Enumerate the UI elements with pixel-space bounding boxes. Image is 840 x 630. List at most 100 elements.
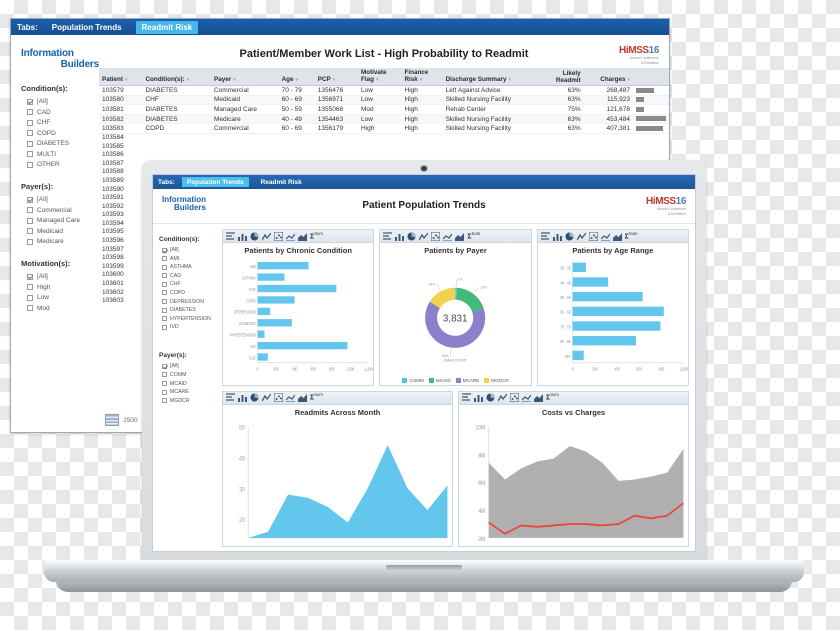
checkbox-condition-all[interactable]: [All] xyxy=(27,98,99,105)
checkbox-condition-asthma[interactable]: ASTHMA xyxy=(162,264,217,270)
table-grid-icon[interactable] xyxy=(540,231,550,241)
checkbox-icon[interactable] xyxy=(162,290,167,296)
bar[interactable] xyxy=(572,291,643,302)
scatter-chart-icon[interactable] xyxy=(431,231,441,241)
checkbox-condition-diabetes[interactable]: DIABETES xyxy=(162,307,217,313)
checkbox-condition-all[interactable]: [All] xyxy=(162,247,217,253)
chart-plot-area[interactable]: 1% 19% 64% 16% 3,831 Patient COUNT xyxy=(380,256,530,377)
checkbox-icon[interactable] xyxy=(162,264,167,270)
col-likely-readmit[interactable]: Likely Readmit xyxy=(541,68,584,86)
scatter-chart-icon[interactable] xyxy=(510,393,519,402)
checkbox-payer-all[interactable]: [All] xyxy=(162,363,217,369)
mixed-chart-icon[interactable] xyxy=(286,393,295,402)
tab-population-trends[interactable]: Population Trends xyxy=(46,21,128,34)
sort-caret-icon[interactable]: ▾ xyxy=(187,77,190,83)
chart-plot-area[interactable]: 2M 4M 6M 8M 10M xyxy=(459,418,688,547)
mixed-chart-icon[interactable] xyxy=(443,232,453,241)
col-conditions[interactable]: Condition(s): ▾ xyxy=(142,68,211,86)
col-finance-risk[interactable]: Finance Risk ▾ xyxy=(401,68,443,86)
sort-caret-icon[interactable]: ▾ xyxy=(627,77,630,83)
line-chart-icon[interactable] xyxy=(262,393,271,402)
checkbox-icon[interactable] xyxy=(27,305,33,311)
table-row[interactable]: 103580 CHF Medicaid 60 - 69 1356971 Low … xyxy=(99,95,669,106)
bar-chart-icon[interactable] xyxy=(552,232,562,241)
checkbox-icon[interactable] xyxy=(27,196,33,203)
checkbox-icon[interactable] xyxy=(162,273,167,279)
bar-chart-icon[interactable] xyxy=(395,232,405,241)
col-payer[interactable]: Payer ▾ xyxy=(211,68,279,86)
checkbox-icon[interactable] xyxy=(162,281,167,287)
bar-chart-icon[interactable] xyxy=(238,232,247,241)
checkbox-icon[interactable] xyxy=(27,284,33,290)
bar[interactable] xyxy=(257,330,265,338)
sum-button[interactable]: ΣSum xyxy=(310,393,323,402)
chart-plot-area[interactable]: AMI ASTHMA CHF COPD DEPRESSION DIABETES HYPERT… xyxy=(223,256,373,385)
chart-plot-area[interactable]: 20 30 40 50 xyxy=(223,418,452,547)
checkbox-icon[interactable] xyxy=(162,372,167,378)
bar[interactable] xyxy=(257,284,337,293)
checkbox-condition-ivd[interactable]: IVD xyxy=(162,324,217,330)
checkbox-condition-multi[interactable]: MULTI xyxy=(27,151,99,158)
area-series[interactable] xyxy=(248,444,448,538)
legend-item[interactable]: COMM xyxy=(402,377,424,383)
area-chart-icon[interactable] xyxy=(298,232,307,241)
checkbox-payer-mcare[interactable]: MCARE xyxy=(162,389,217,395)
checkbox-icon[interactable] xyxy=(162,307,167,313)
table-grid-icon[interactable] xyxy=(226,231,235,241)
legend-item[interactable]: MCARE xyxy=(455,377,479,383)
bar[interactable] xyxy=(572,350,584,361)
col-age[interactable]: Age ▾ xyxy=(278,68,315,86)
bar[interactable] xyxy=(572,262,586,272)
mixed-chart-icon[interactable] xyxy=(286,232,295,241)
sort-caret-icon[interactable]: ▾ xyxy=(125,77,128,83)
bar[interactable] xyxy=(257,262,309,270)
checkbox-icon[interactable] xyxy=(162,299,167,305)
scatter-chart-icon[interactable] xyxy=(274,231,283,241)
checkbox-payer-mgdcr[interactable]: MGDCR xyxy=(162,398,217,404)
checkbox-payer-mcaid[interactable]: MCAID xyxy=(162,381,217,387)
checkbox-icon[interactable] xyxy=(27,98,33,105)
chart-plot-area[interactable]: 30 - 39 40 - 49 50 - 59 60 - 69 70 - 79 80 - … xyxy=(538,256,688,385)
bar[interactable] xyxy=(257,353,268,361)
area-chart-icon[interactable] xyxy=(455,232,465,241)
checkbox-icon[interactable] xyxy=(27,228,33,234)
table-row[interactable]: 103583 COPD Commercial 60 - 69 1356179 H… xyxy=(99,123,669,134)
checkbox-icon[interactable] xyxy=(27,119,33,126)
line-chart-icon[interactable] xyxy=(419,232,429,241)
checkbox-icon[interactable] xyxy=(27,109,33,115)
checkbox-icon[interactable] xyxy=(162,363,167,369)
checkbox-condition-chf[interactable]: CHF xyxy=(162,281,217,287)
sort-caret-icon[interactable]: ▾ xyxy=(333,77,336,83)
bar-chart-icon[interactable] xyxy=(474,393,483,402)
checkbox-icon[interactable] xyxy=(27,161,33,168)
col-pcp[interactable]: PCP ▾ xyxy=(314,68,358,86)
checkbox-icon[interactable] xyxy=(162,324,167,330)
tab-readmit-risk[interactable]: Readmit Risk xyxy=(135,20,199,34)
table-row[interactable]: 103582 DIABETES Medicare 40 - 49 1354463… xyxy=(99,114,669,125)
pie-chart-icon[interactable] xyxy=(250,232,259,241)
sum-button[interactable]: ΣSum xyxy=(310,231,323,240)
table-grid-icon[interactable] xyxy=(462,393,471,402)
sort-caret-icon[interactable]: ▾ xyxy=(420,77,423,83)
checkbox-icon[interactable] xyxy=(162,398,167,404)
checkbox-condition-copd[interactable]: COPD xyxy=(27,130,99,137)
checkbox-condition-diabetes[interactable]: DIABETES xyxy=(27,140,99,147)
pie-chart-icon[interactable] xyxy=(407,232,416,241)
bar[interactable] xyxy=(257,307,271,316)
checkbox-icon[interactable] xyxy=(162,247,167,253)
donut-slice[interactable] xyxy=(456,287,485,313)
table-grid-icon[interactable] xyxy=(383,231,393,241)
checkbox-condition-cad[interactable]: CAD xyxy=(27,109,99,116)
checkbox-condition-ami[interactable]: AMI xyxy=(162,256,217,262)
checkbox-icon[interactable] xyxy=(162,316,167,322)
checkbox-condition-hypertension[interactable]: HYPERTENSION xyxy=(162,316,217,322)
pie-chart-icon[interactable] xyxy=(486,393,495,402)
bar[interactable] xyxy=(572,306,664,317)
sum-button[interactable]: ΣSum xyxy=(625,231,638,240)
line-chart-icon[interactable] xyxy=(262,232,271,241)
checkbox-icon[interactable] xyxy=(162,389,167,395)
checkbox-icon[interactable] xyxy=(27,273,33,280)
legend-item[interactable]: MCAID xyxy=(428,377,451,383)
area-chart-icon[interactable] xyxy=(298,393,307,402)
checkbox-icon[interactable] xyxy=(27,238,33,245)
